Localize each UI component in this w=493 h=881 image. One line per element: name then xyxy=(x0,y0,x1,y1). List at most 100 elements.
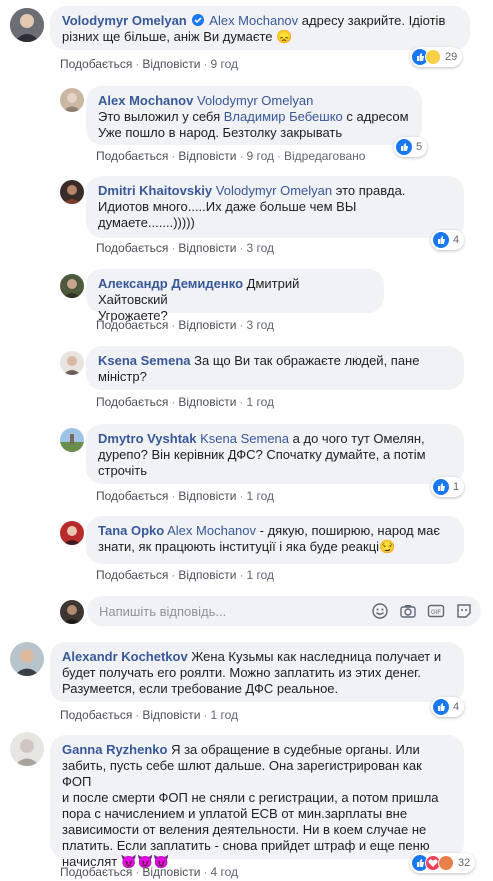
like-reaction-icon xyxy=(433,479,449,495)
avatar[interactable] xyxy=(10,8,44,42)
emoji-icon[interactable] xyxy=(371,602,389,620)
like-link[interactable]: Подобається xyxy=(96,318,168,332)
reactions-summary[interactable]: 29 xyxy=(410,47,463,67)
avatar[interactable] xyxy=(10,732,44,766)
comment-actions: Подобається · Відповісти · 1 год xyxy=(60,708,238,722)
comment-author[interactable]: Alexandr Kochetkov xyxy=(62,649,188,664)
like-link[interactable]: Подобається xyxy=(96,149,168,163)
comment-time[interactable]: 1 год xyxy=(246,395,274,409)
reactions-count: 4 xyxy=(453,701,460,713)
comment-mention[interactable]: Volodymyr Omelyan xyxy=(197,93,313,108)
comment-time[interactable]: 1 год xyxy=(246,568,274,582)
comment-author[interactable]: Александр Демиденко xyxy=(98,276,243,291)
like-link[interactable]: Подобається xyxy=(96,241,168,255)
reactions-summary[interactable]: 4 xyxy=(431,697,465,717)
reply-placeholder: Напишіть відповідь... xyxy=(99,604,227,619)
comment-text: строчіть xyxy=(98,463,148,478)
reactions-count: 1 xyxy=(453,481,460,493)
comment-author[interactable]: Tana Opko xyxy=(98,523,164,538)
avatar[interactable] xyxy=(60,274,84,298)
comment-time[interactable]: 1 год xyxy=(210,708,238,722)
comment-time[interactable]: 9 год xyxy=(246,149,274,163)
comment-author[interactable]: Ksena Semena xyxy=(98,353,191,368)
avatar[interactable] xyxy=(60,428,84,452)
sad-reaction-icon xyxy=(425,49,441,65)
comment-mention[interactable]: Volodymyr Omelyan xyxy=(216,183,332,198)
comment-text: Это выложил у себя xyxy=(98,109,221,124)
comment-text: будет получать его роялти. Можно заплати… xyxy=(62,665,421,680)
reply-input[interactable]: Напишіть відповідь... GIF xyxy=(87,596,481,626)
comment-text: Идиотов много.....Их даже больше чем ВЫ xyxy=(98,199,357,214)
like-link[interactable]: Подобається xyxy=(96,395,168,409)
reply-link[interactable]: Відповісти xyxy=(178,568,236,582)
reactions-count: 5 xyxy=(416,141,423,153)
comment-mention[interactable]: Alex Mochanov xyxy=(167,523,256,538)
reply-link[interactable]: Відповісти xyxy=(178,149,236,163)
comment-bubble: Ksena Semena За що Ви так ображаєте люде… xyxy=(86,346,464,390)
reactions-summary[interactable]: 5 xyxy=(394,137,428,157)
reactions-count: 32 xyxy=(458,857,471,869)
comment-actions: Подобається · Відповісти · 3 год xyxy=(96,241,274,255)
avatar[interactable] xyxy=(60,521,84,545)
reply-link[interactable]: Відповісти xyxy=(142,865,200,879)
reply-link[interactable]: Відповісти xyxy=(178,241,236,255)
edited-label[interactable]: Відредаговано xyxy=(284,149,365,163)
comment-author[interactable]: Volodymyr Omelyan xyxy=(62,13,187,28)
comment-mention[interactable]: Ksena Semena xyxy=(200,431,289,446)
camera-icon[interactable] xyxy=(399,602,417,620)
reply-link[interactable]: Відповісти xyxy=(178,318,236,332)
comment-bubble: Ganna Ryzhenko Я за обращение в судебные… xyxy=(50,735,464,869)
comment-bubble: Alex Mochanov Volodymyr Omelyan Это выло… xyxy=(86,86,422,145)
svg-text:GIF: GIF xyxy=(431,610,441,616)
comment-time[interactable]: 4 год xyxy=(210,865,238,879)
reactions-summary[interactable]: 1 xyxy=(431,477,465,497)
comment-actions: Подобається · Відповісти · 4 год xyxy=(60,865,238,879)
comment-author[interactable]: Dmitri Khaitovskiy xyxy=(98,183,212,198)
comment-text: платить. Если заплатить - снова прийдет … xyxy=(62,838,430,853)
comment-text: это правда. xyxy=(335,183,406,198)
like-link[interactable]: Подобається xyxy=(60,865,132,879)
comment-time[interactable]: 3 год xyxy=(246,318,274,332)
reactions-summary[interactable]: 4 xyxy=(431,230,465,250)
comment-mention[interactable]: Владимир Бебешко xyxy=(224,109,343,124)
comment-text: Разумеется, если требование ДФС реальное… xyxy=(62,681,339,696)
avatar[interactable] xyxy=(60,88,84,112)
smirk-emoji-icon: 😏 xyxy=(379,539,396,554)
comment-text: с адресом xyxy=(346,109,409,124)
like-link[interactable]: Подобається xyxy=(60,57,132,71)
comment-author[interactable]: Ganna Ryzhenko xyxy=(62,742,167,757)
like-reaction-icon xyxy=(433,699,449,715)
avatar[interactable] xyxy=(60,351,84,375)
avatar[interactable] xyxy=(60,180,84,204)
comment-text: За що Ви так ображаєте людей, пане xyxy=(194,353,420,368)
comment-time[interactable]: 3 год xyxy=(246,241,274,255)
like-reaction-icon xyxy=(433,232,449,248)
comment-time[interactable]: 1 год xyxy=(246,489,274,503)
comment-author[interactable]: Alex Mochanov xyxy=(98,93,193,108)
like-link[interactable]: Подобається xyxy=(96,489,168,503)
reply-link[interactable]: Відповісти xyxy=(142,708,200,722)
comment-bubble: Alexandr Kochetkov Жена Кузьмы как насле… xyxy=(50,642,464,702)
comment-text: зависимости от веления деятельности. Ни … xyxy=(62,822,427,837)
avatar[interactable] xyxy=(10,642,44,676)
sticker-icon[interactable] xyxy=(455,602,473,620)
verified-badge-icon xyxy=(192,14,205,26)
gif-icon[interactable]: GIF xyxy=(427,602,445,620)
comment-text: и после смерти ФОП не сняли с регистраци… xyxy=(62,790,439,805)
comment-text: Жена Кузьмы как наследница получает и xyxy=(191,649,442,664)
reactions-summary[interactable]: 32 xyxy=(410,853,476,873)
reply-link[interactable]: Відповісти xyxy=(178,395,236,409)
comment-text: забить, пусть себе шлют дальше. Она заре… xyxy=(62,758,422,789)
comment-bubble: Dmitri Khaitovskiy Volodymyr Omelyan это… xyxy=(86,176,464,238)
reply-link[interactable]: Відповісти xyxy=(142,57,200,71)
like-link[interactable]: Подобається xyxy=(96,568,168,582)
comment-author[interactable]: Dmytro Vyshtak xyxy=(98,431,197,446)
reactions-count: 29 xyxy=(445,51,458,63)
reply-link[interactable]: Відповісти xyxy=(178,489,236,503)
comment-time[interactable]: 9 год xyxy=(210,57,238,71)
like-link[interactable]: Подобається xyxy=(60,708,132,722)
comment-bubble: Александр Демиденко Дмитрий Хайтовский У… xyxy=(86,269,384,323)
comment-text: знати, як працюють інституції і яка буде… xyxy=(98,539,380,554)
comment-mention[interactable]: Alex Mochanov xyxy=(209,13,298,28)
angry-reaction-icon xyxy=(438,855,454,871)
